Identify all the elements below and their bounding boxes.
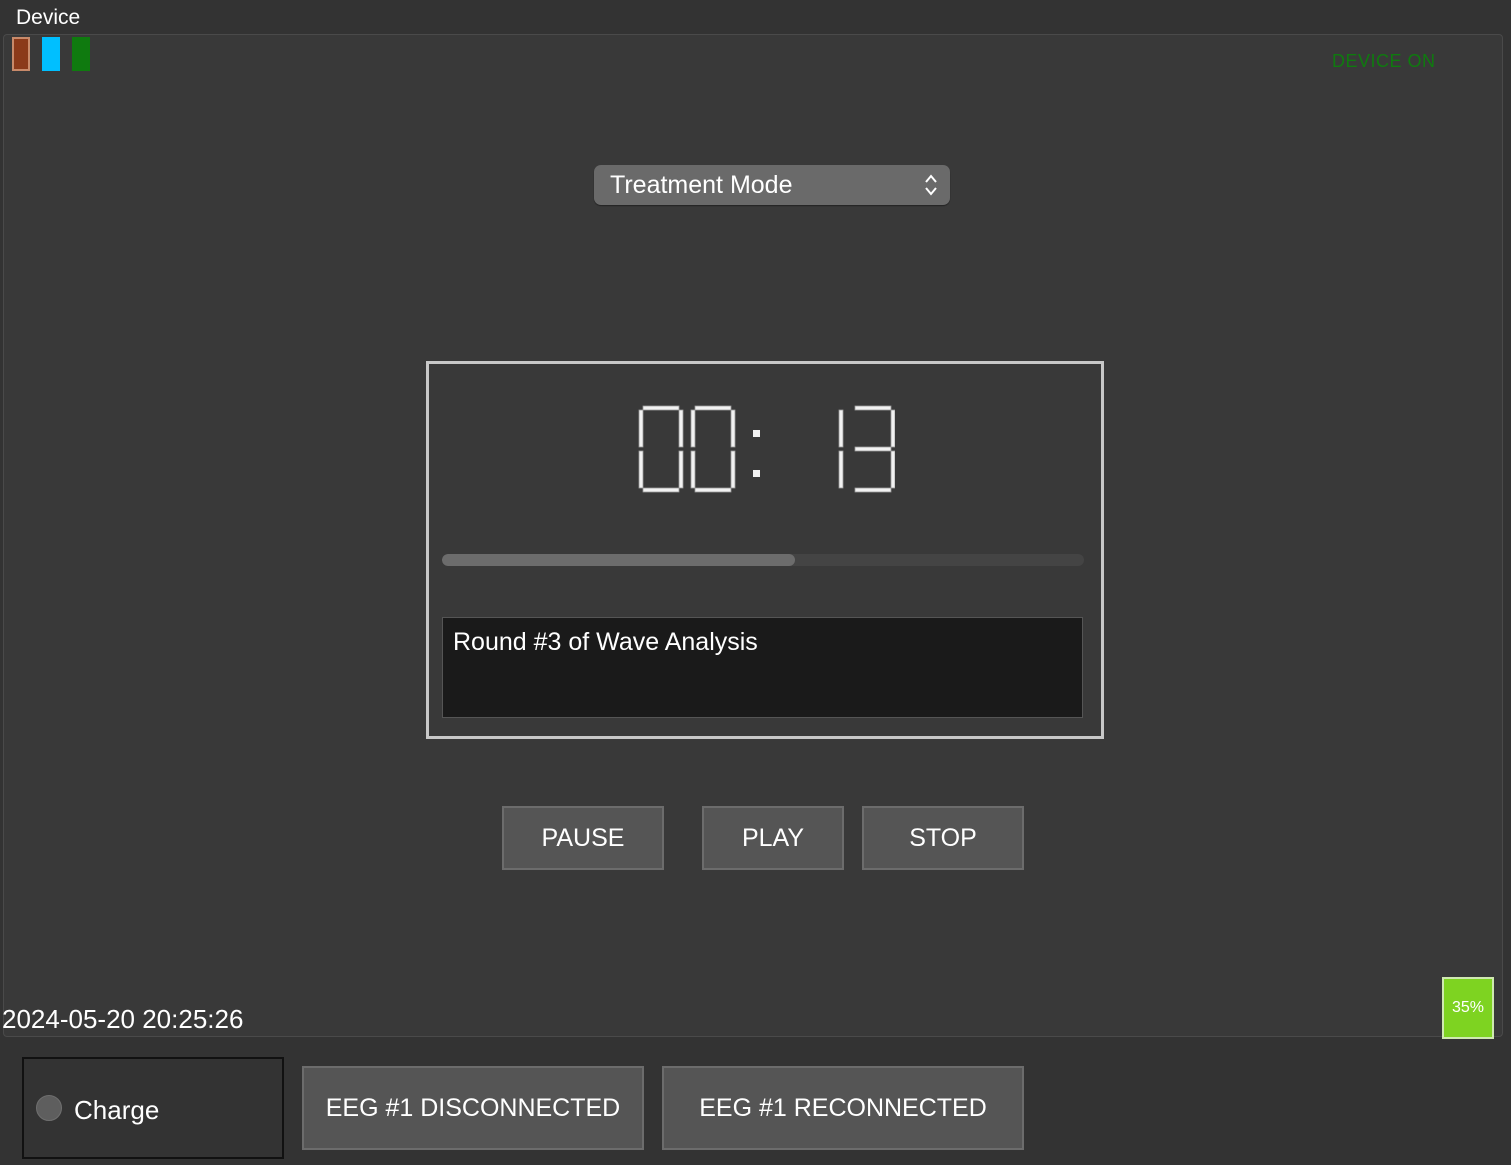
lcd-segment: [890, 409, 895, 448]
radio-button-icon[interactable]: [36, 1095, 62, 1121]
lcd-segment: [730, 409, 736, 448]
datetime-label: 2024-05-20 20:25:26: [2, 1004, 244, 1034]
status-led-green: [72, 37, 90, 71]
device-status-label: DEVICE ON: [1332, 51, 1436, 71]
stop-button[interactable]: STOP: [862, 806, 1024, 870]
play-button[interactable]: PLAY: [702, 806, 844, 870]
lcd-segment: [730, 450, 736, 489]
lcd-segment: [642, 405, 680, 411]
battery-indicator: 35%: [1442, 977, 1494, 1039]
mode-select[interactable]: Treatment Mode: [594, 165, 950, 205]
eeg-reconnected-button[interactable]: EEG #1 RECONNECTED: [662, 1066, 1024, 1150]
power-led-brown: [12, 37, 30, 71]
lcd-segment: [854, 487, 892, 493]
timer-progress-bar: [442, 554, 1084, 566]
charge-label: Charge: [74, 1095, 160, 1125]
status-text: Round #3 of Wave Analysis: [453, 628, 758, 656]
pause-button[interactable]: PAUSE: [502, 806, 664, 870]
lcd-segment: [838, 409, 844, 448]
lcd-segment: [694, 487, 732, 493]
lcd-segment: [678, 450, 684, 489]
charge-radio[interactable]: Charge: [22, 1057, 284, 1159]
lcd-segment: [638, 409, 644, 448]
lcd-segment: [690, 450, 696, 489]
lcd-segment: [838, 450, 844, 489]
lcd-digits: [638, 405, 895, 493]
mode-select-value: Treatment Mode: [610, 171, 793, 199]
lcd-segment: [678, 409, 684, 448]
up-down-chevron-icon: [925, 174, 937, 196]
lcd-segment: [690, 409, 696, 448]
lcd-segment: [642, 487, 680, 493]
lcd-segment: [854, 405, 892, 411]
lcd-segment: [890, 450, 895, 489]
window-title: Device: [16, 6, 81, 29]
lcd-segment: [638, 450, 644, 489]
lcd-colon-dot: [753, 430, 760, 437]
lcd-segment: [854, 446, 892, 452]
timer-display: [429, 402, 1101, 498]
lcd-segment: [694, 405, 732, 411]
timer-progress-fill: [442, 554, 796, 566]
lcd-colon-dot: [753, 470, 760, 477]
status-text-box: Round #3 of Wave Analysis: [442, 617, 1083, 718]
eeg-disconnected-button[interactable]: EEG #1 DISCONNECTED: [302, 1066, 644, 1150]
status-led-cyan: [42, 37, 60, 71]
